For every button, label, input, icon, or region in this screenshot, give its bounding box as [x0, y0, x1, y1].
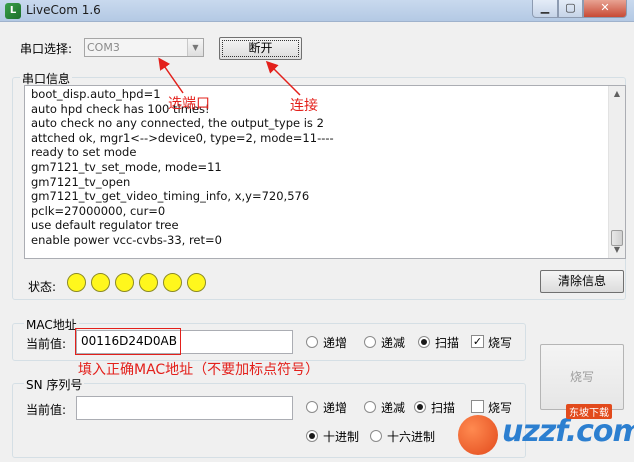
mac-radio-increment[interactable] — [306, 336, 318, 348]
mac-current-label: 当前值: — [26, 337, 67, 351]
sn-radio-decrement[interactable] — [364, 401, 376, 413]
watermark-globe-icon — [458, 415, 498, 455]
mac-radio-decrement-label: 递减 — [381, 336, 406, 350]
watermark-tag: 东坡下载 — [566, 404, 612, 419]
mac-radio-scan-label: 扫描 — [435, 336, 460, 350]
sn-radio-hex[interactable] — [370, 430, 382, 442]
sn-radio-increment-label: 递增 — [323, 401, 348, 415]
scroll-down-icon[interactable]: ▼ — [609, 242, 625, 258]
watermark-logo: uzzf.com 东坡下载 — [446, 402, 634, 462]
app-icon: L — [5, 3, 21, 19]
log-line: pclk=27000000, cur=0 — [31, 203, 166, 218]
port-label: 串口选择: — [20, 42, 73, 56]
status-led — [67, 273, 86, 292]
status-led — [163, 273, 182, 292]
serial-log[interactable]: boot_disp.auto_hpd=1 auto hpd check has 1… — [24, 85, 626, 259]
log-line: gm7121_tv_get_video_timing_info, x,y=720… — [31, 189, 310, 204]
mac-burn-checkbox-label: 烧写 — [488, 336, 513, 350]
title-bar[interactable]: L LiveCom 1.6 ▁ ▢ ✕ — [0, 0, 634, 22]
watermark-text: uzzf.com — [502, 414, 634, 449]
port-select[interactable]: COM3 ▼ — [84, 38, 204, 57]
chevron-down-icon[interactable]: ▼ — [187, 39, 203, 56]
sn-radio-scan[interactable] — [414, 401, 426, 413]
close-button[interactable]: ✕ — [583, 0, 627, 18]
sn-radio-increment[interactable] — [306, 401, 318, 413]
log-line: use default regulator tree — [31, 218, 179, 233]
mac-radio-decrement[interactable] — [364, 336, 376, 348]
status-led — [91, 273, 110, 292]
log-scrollbar[interactable]: ▲ ▼ — [608, 86, 625, 258]
sn-current-label: 当前值: — [26, 403, 67, 417]
status-led — [115, 273, 134, 292]
sn-radio-decrement-label: 递减 — [381, 401, 406, 415]
log-line: enable power vcc-cvbs-33, ret=0 — [31, 232, 222, 247]
minimize-icon: ▁ — [540, 1, 550, 14]
status-led — [139, 273, 158, 292]
annotation-mac-hint: 填入正确MAC地址（不要加标点符号） — [78, 362, 320, 378]
window-title: LiveCom 1.6 — [26, 3, 101, 17]
clear-info-button[interactable]: 清除信息 — [540, 270, 624, 293]
status-led — [187, 273, 206, 292]
maximize-icon: ▢ — [565, 1, 576, 14]
minimize-button[interactable]: ▁ — [532, 0, 558, 18]
log-line: auto check no any connected, the output_… — [31, 116, 324, 131]
scroll-up-icon[interactable]: ▲ — [609, 86, 625, 102]
close-icon: ✕ — [600, 1, 610, 14]
sn-radio-decimal[interactable] — [306, 430, 318, 442]
sn-radio-decimal-label: 十进制 — [323, 430, 360, 444]
log-line: gm7121_tv_set_mode, mode=11 — [31, 159, 222, 174]
mac-highlight-box — [75, 328, 181, 355]
annotation-select-port: 选端口 — [168, 96, 210, 112]
mac-burn-checkbox[interactable]: ✓ — [471, 335, 484, 348]
mac-group-title: MAC地址 — [24, 316, 79, 333]
log-line: ready to set mode — [31, 145, 137, 160]
sn-group-title: SN 序列号 — [24, 376, 85, 393]
connect-button[interactable]: 断开 — [219, 37, 302, 60]
port-select-value: COM3 — [87, 41, 120, 54]
maximize-button[interactable]: ▢ — [558, 0, 583, 18]
check-icon: ✓ — [472, 335, 483, 348]
mac-radio-increment-label: 递增 — [323, 336, 348, 350]
sn-radio-hex-label: 十六进制 — [387, 430, 436, 444]
sn-input[interactable] — [76, 396, 293, 420]
status-label: 状态: — [28, 280, 57, 294]
mac-radio-scan[interactable] — [418, 336, 430, 348]
burn-button[interactable]: 烧写 — [540, 344, 624, 410]
log-line: attched ok, mgr1<-->device0, type=2, mod… — [31, 130, 334, 145]
annotation-connect: 连接 — [290, 98, 318, 114]
log-line: gm7121_tv_open — [31, 174, 131, 189]
